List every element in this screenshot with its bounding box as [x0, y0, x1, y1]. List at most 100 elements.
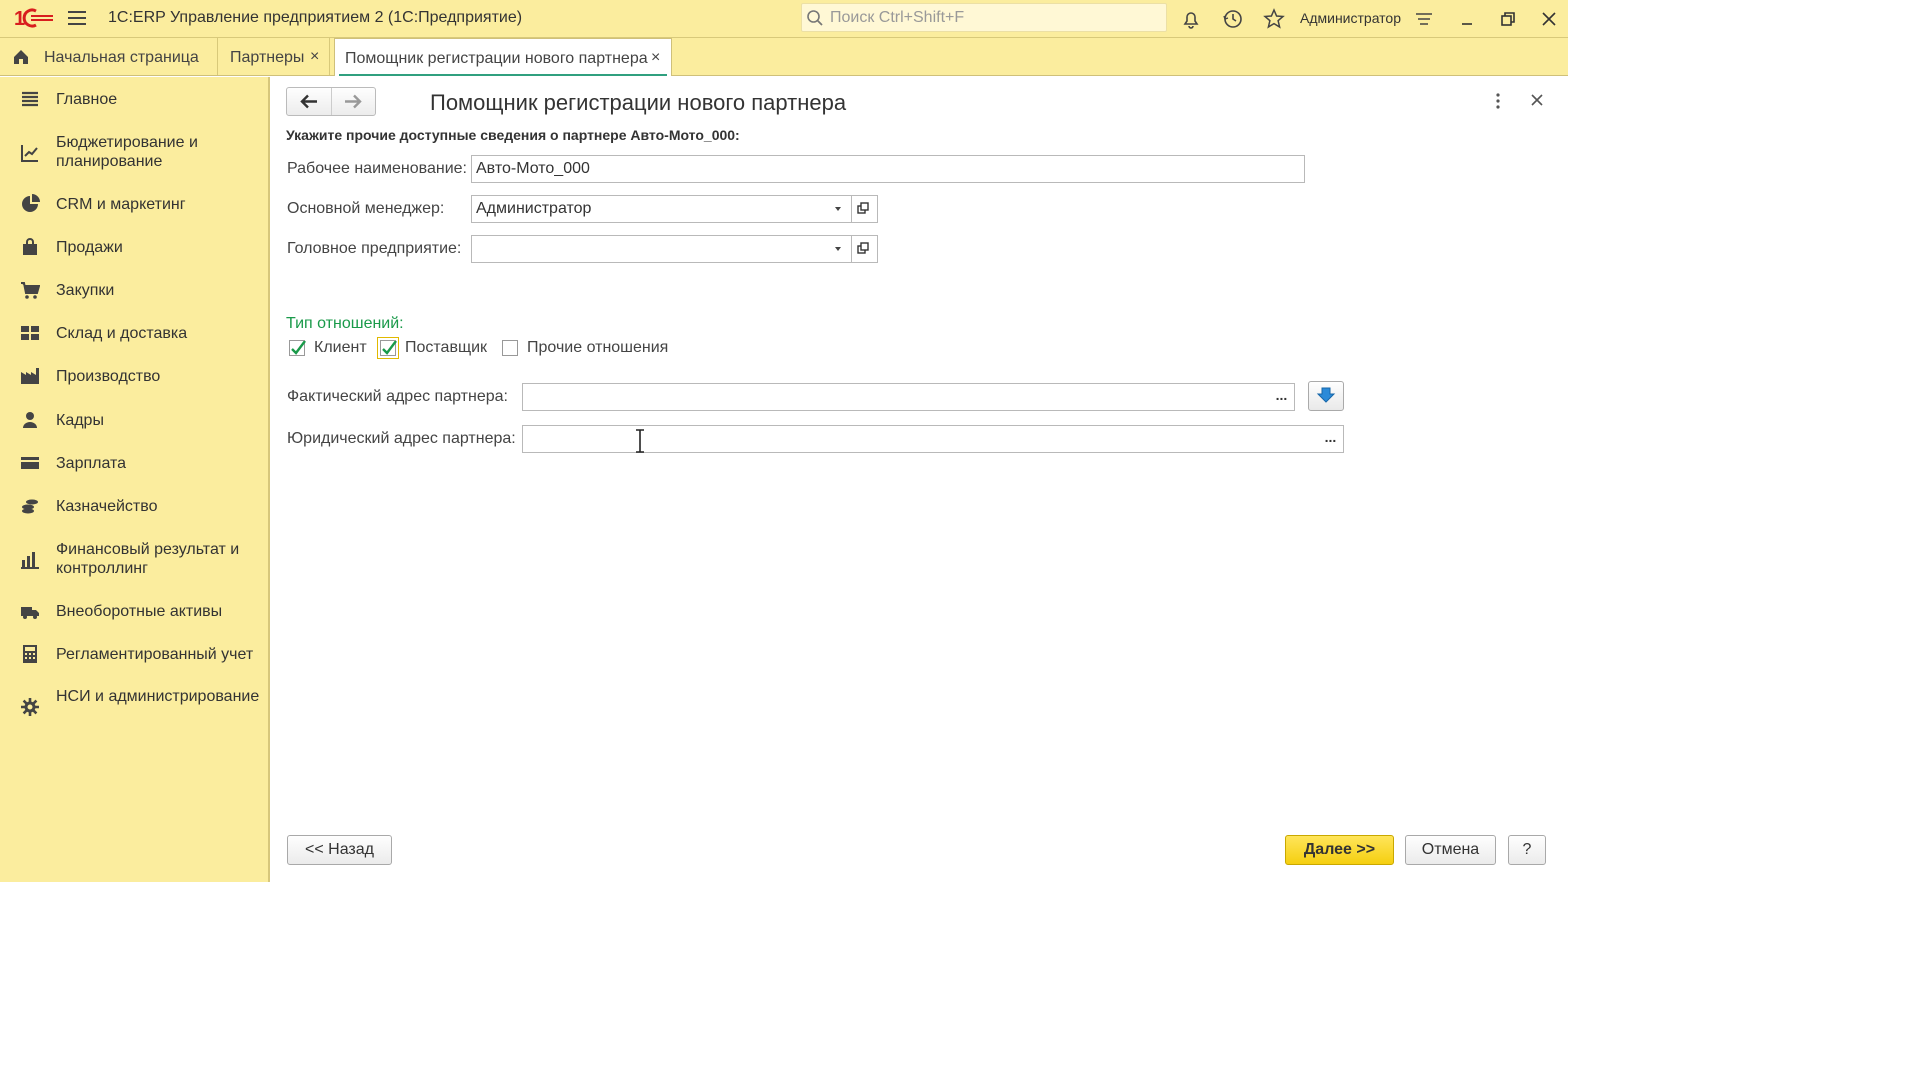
restore-window-icon[interactable] — [1497, 8, 1519, 30]
tab-partners[interactable]: Партнеры × — [218, 38, 330, 75]
sidebar-item-hr[interactable]: Кадры — [0, 410, 268, 430]
sidebar-item-admin[interactable]: НСИ и администрирование — [0, 687, 268, 727]
bar-chart-icon — [21, 552, 39, 569]
tab-label: Начальная страница — [44, 49, 199, 66]
back-button[interactable]: << Назад — [287, 835, 392, 865]
factory-icon — [21, 368, 39, 384]
sidebar-item-label: Склад и доставка — [56, 325, 188, 342]
tab-home[interactable]: Начальная страница — [0, 38, 218, 75]
budget-chart-icon — [21, 145, 38, 162]
sections-sidebar: Главное Бюджетирование и планирование CR… — [0, 77, 270, 882]
parent-company-input[interactable] — [471, 235, 827, 263]
actual-address-input[interactable] — [522, 383, 1270, 411]
favorites-star-icon[interactable] — [1263, 8, 1285, 30]
sidebar-item-fixed-assets[interactable]: Внеоборотные активы — [0, 601, 268, 621]
tabs-bar: Начальная страница Партнеры × Помощник р… — [0, 38, 1568, 76]
sidebar-item-label: Продажи — [56, 239, 123, 256]
back-arrow-button[interactable] — [287, 88, 331, 115]
supplier-checkbox[interactable] — [377, 337, 399, 359]
sidebar-item-main[interactable]: Главное — [0, 89, 268, 109]
other-relations-checkbox[interactable] — [502, 340, 518, 356]
checkmark-icon — [291, 340, 306, 355]
manager-label: Основной менеджер: — [287, 200, 445, 217]
sidebar-item-label: НСИ и администрирование — [56, 688, 260, 705]
sidebar-item-regulated-accounting[interactable]: Регламентированный учет — [0, 644, 268, 664]
title-bar: 1 1С:ERP Управление предприятием 2 (1С:П… — [0, 0, 1568, 38]
person-icon — [23, 412, 37, 428]
checkmark-icon — [382, 340, 397, 355]
sidebar-item-crm[interactable]: CRM и маркетинг — [0, 194, 268, 214]
coins-icon — [22, 499, 38, 514]
close-window-icon[interactable] — [1538, 8, 1560, 30]
manager-dropdown-button[interactable] — [826, 195, 852, 223]
calculator-icon — [23, 645, 37, 663]
close-tab-icon[interactable]: × — [651, 49, 660, 67]
more-actions-icon[interactable] — [1492, 91, 1504, 111]
sidebar-item-budgeting[interactable]: Бюджетирование и планирование — [0, 133, 268, 173]
app-title: 1С:ERP Управление предприятием 2 (1С:Пре… — [108, 9, 523, 26]
search-input[interactable] — [828, 7, 1162, 29]
shopping-bag-icon — [23, 238, 37, 255]
parent-company-open-button[interactable] — [852, 235, 878, 263]
sidebar-item-label: CRM и маркетинг — [56, 196, 186, 213]
close-tab-icon[interactable]: × — [310, 48, 319, 66]
arrow-down-blue-icon — [1316, 387, 1336, 403]
chevron-down-icon — [835, 207, 841, 211]
chevron-down-icon — [835, 247, 841, 251]
wallet-icon — [21, 457, 39, 469]
copy-address-button[interactable] — [1308, 381, 1344, 411]
legal-address-select-button[interactable]: ... — [1318, 425, 1344, 453]
sidebar-item-financial-result[interactable]: Финансовый результат и контроллинг — [0, 540, 268, 580]
sidebar-item-label: Кадры — [56, 412, 104, 429]
supplier-checkbox-label[interactable]: Поставщик — [405, 339, 487, 357]
arrow-left-icon — [300, 94, 317, 109]
help-button[interactable]: ? — [1508, 835, 1546, 865]
legal-address-label: Юридический адрес партнера: — [287, 430, 516, 447]
manager-open-button[interactable] — [852, 195, 878, 223]
text-cursor-icon — [636, 429, 644, 453]
menu-list-icon — [22, 91, 38, 107]
sidebar-item-production[interactable]: Производство — [0, 366, 268, 386]
cancel-button[interactable]: Отмена — [1405, 835, 1496, 865]
manager-input[interactable] — [471, 195, 827, 223]
tab-label: Помощник регистрации нового партнера — [345, 50, 648, 67]
working-name-label: Рабочее наименование: — [287, 160, 467, 177]
sidebar-item-salary[interactable]: Зарплата — [0, 453, 268, 473]
tab-label: Партнеры — [230, 49, 305, 66]
client-checkbox[interactable] — [289, 340, 306, 356]
parent-company-label: Головное предприятие: — [287, 240, 462, 257]
working-name-input[interactable] — [471, 155, 1305, 183]
tab-partner-wizard[interactable]: Помощник регистрации нового партнера × — [334, 38, 672, 76]
sidebar-item-sales[interactable]: Продажи — [0, 237, 268, 257]
minimize-icon[interactable] — [1456, 8, 1478, 30]
relation-type-title: Тип отношений: — [286, 315, 404, 332]
close-form-icon[interactable] — [1528, 91, 1546, 109]
notifications-bell-icon[interactable] — [1180, 8, 1202, 30]
next-button[interactable]: Далее >> — [1285, 835, 1394, 865]
settings-menu-icon[interactable] — [1413, 8, 1435, 30]
sidebar-item-label: Бюджетирование и планирование — [56, 134, 198, 170]
pie-chart-icon — [22, 194, 40, 212]
main-menu-icon[interactable] — [66, 9, 88, 27]
truck-icon — [21, 607, 39, 619]
form-hint: Укажите прочие доступные сведения о парт… — [286, 127, 740, 143]
actual-address-select-button[interactable]: ... — [1269, 383, 1295, 411]
history-icon[interactable] — [1222, 8, 1244, 30]
open-form-icon — [857, 202, 869, 214]
other-relations-checkbox-label[interactable]: Прочие отношения — [527, 339, 668, 357]
1c-logo-icon[interactable]: 1 — [14, 7, 54, 29]
forward-arrow-button[interactable] — [332, 88, 376, 115]
actual-address-label: Фактический адрес партнера: — [287, 388, 508, 405]
sidebar-item-label: Внеоборотные активы — [56, 603, 223, 620]
warehouse-icon — [21, 326, 39, 340]
parent-company-dropdown-button[interactable] — [826, 235, 852, 263]
current-user[interactable]: Администратор — [1300, 10, 1401, 26]
sidebar-item-purchases[interactable]: Закупки — [0, 280, 268, 300]
sidebar-item-warehouse[interactable]: Склад и доставка — [0, 323, 268, 343]
global-search[interactable] — [801, 3, 1167, 32]
home-icon — [14, 50, 28, 64]
open-form-icon — [857, 242, 869, 254]
sidebar-item-label: Казначейство — [56, 498, 158, 515]
sidebar-item-treasury[interactable]: Казначейство — [0, 496, 268, 516]
client-checkbox-label[interactable]: Клиент — [314, 339, 367, 357]
